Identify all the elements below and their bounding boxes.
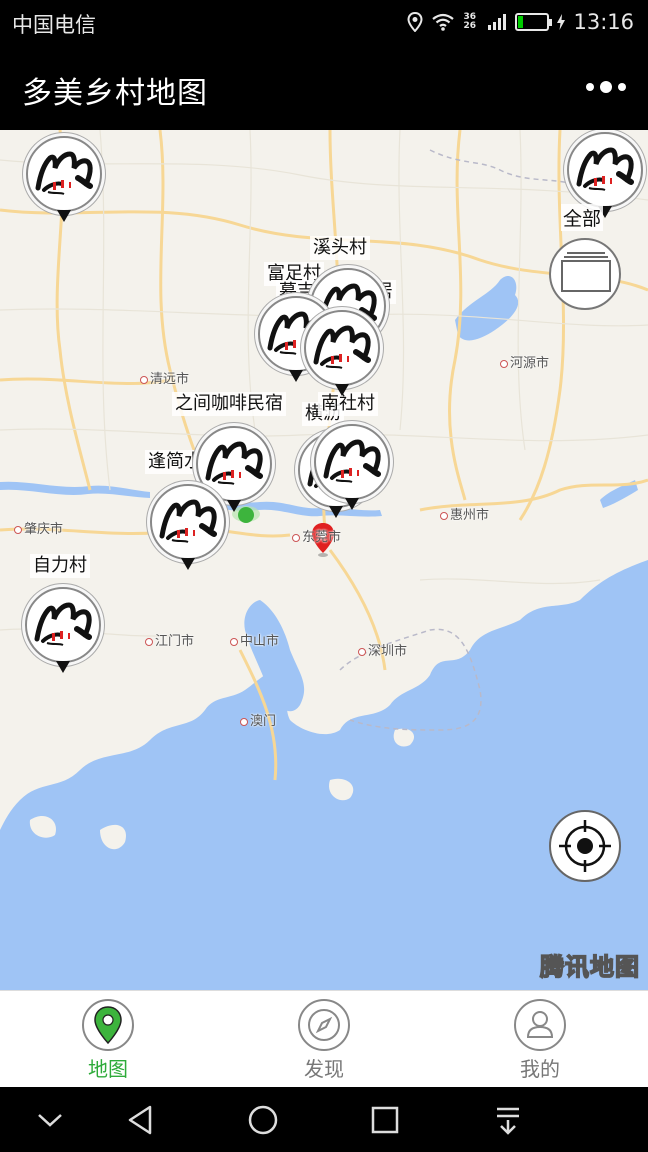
page-title: 多美乡村地图: [22, 76, 208, 111]
city-label: 肇庆市: [14, 518, 63, 537]
menu-dot: [600, 81, 612, 93]
system-nav-bar: [0, 1087, 648, 1152]
recents-icon[interactable]: [366, 1101, 404, 1139]
list-view-icon: [549, 238, 621, 310]
city-label: 江门市: [145, 630, 194, 649]
user-icon: [514, 999, 566, 1051]
tab-label: 发现: [304, 1057, 344, 1081]
status-icons: 36 26 16 13:16: [407, 8, 634, 36]
crosshair-icon: [559, 820, 611, 872]
show-all-button[interactable]: 全部: [549, 204, 621, 312]
tab-profile[interactable]: 我的: [432, 991, 648, 1087]
map-provider-logo: 腾讯地图: [539, 952, 640, 982]
city-label: 中山市: [230, 630, 279, 649]
tab-label: 地图: [88, 1057, 128, 1081]
poi-label[interactable]: 自力村: [30, 554, 90, 578]
menu-dot: [586, 83, 594, 91]
signal-icon: [488, 14, 507, 30]
map-view[interactable]: 清远市 河源市 肇庆市 惠州市 东莞市 江门市 中山市 深圳市 澳门 溪头村 富…: [0, 130, 648, 990]
status-bar: 中国电信 36 26 16 13:16: [0, 0, 648, 44]
locate-me-button[interactable]: [549, 810, 621, 882]
wifi-icon: [432, 13, 455, 31]
tab-label: 我的: [520, 1057, 560, 1081]
back-icon[interactable]: [122, 1101, 160, 1139]
show-all-label: 全部: [561, 204, 604, 231]
village-marker[interactable]: [314, 424, 390, 510]
city-label: 东莞市: [292, 526, 341, 545]
village-logo-icon: [304, 310, 380, 386]
village-marker[interactable]: [26, 136, 102, 222]
carrier-name: 中国电信: [12, 13, 96, 37]
village-logo-icon: [26, 136, 102, 212]
location-icon: [407, 12, 423, 32]
network-type: 36 26: [463, 12, 476, 31]
charging-icon: [557, 14, 566, 30]
city-label: 清远市: [140, 368, 189, 387]
battery-level: 16: [524, 15, 541, 29]
tab-map[interactable]: 地图: [0, 991, 216, 1087]
home-icon[interactable]: [244, 1101, 282, 1139]
city-label: 河源市: [500, 352, 549, 371]
map-pin-icon: [82, 999, 134, 1051]
village-marker[interactable]: [304, 310, 380, 396]
notification-pull-icon[interactable]: [489, 1101, 527, 1139]
clock: 13:16: [573, 10, 634, 34]
village-logo-icon: [567, 132, 643, 208]
city-label: 深圳市: [358, 640, 407, 659]
app-header: 多美乡村地图: [0, 44, 648, 130]
battery-icon: 16: [515, 13, 553, 31]
village-logo-icon: [25, 587, 101, 663]
village-marker[interactable]: [150, 484, 226, 570]
bottom-tab-bar: 地图 发现 我的: [0, 990, 648, 1087]
collapse-icon[interactable]: [31, 1101, 69, 1139]
tab-discover[interactable]: 发现: [216, 991, 432, 1087]
more-dots-icon[interactable]: [586, 74, 626, 100]
village-logo-icon: [314, 424, 390, 500]
poi-label[interactable]: 溪头村: [310, 236, 370, 260]
city-label: 澳门: [240, 710, 276, 729]
compass-icon: [298, 999, 350, 1051]
poi-label[interactable]: 之间咖啡民宿: [172, 392, 286, 416]
village-logo-icon: [150, 484, 226, 560]
menu-dot: [618, 83, 626, 91]
village-marker[interactable]: [25, 587, 101, 673]
city-label: 惠州市: [440, 504, 489, 523]
